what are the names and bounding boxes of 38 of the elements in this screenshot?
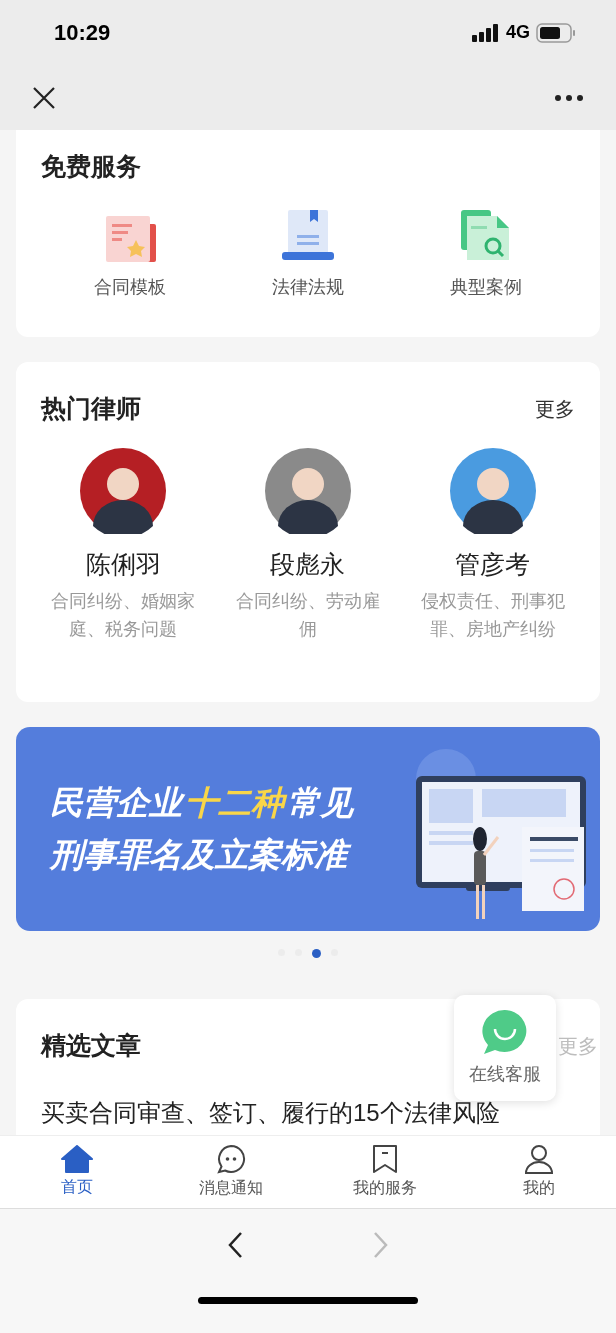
person-icon (524, 1144, 554, 1174)
lawyer-avatar[interactable] (80, 447, 167, 534)
lawyer-specialty: 合同纠纷、劳动雇佣 (235, 590, 381, 641)
chat-smile-icon (481, 1008, 529, 1055)
lawyer-name: 陈俐羽 (85, 548, 161, 580)
signal-icon (472, 23, 500, 42)
lawyer-name: 管彦考 (455, 548, 531, 580)
service-shortcut[interactable]: 典型案例 (397, 203, 575, 301)
service-shortcut[interactable]: 法律法规 (219, 203, 397, 301)
chat-bubble-icon (216, 1144, 246, 1174)
lawyer-specialty: 合同纠纷、婚姻家庭、税务问题 (50, 590, 197, 641)
more-icon (554, 93, 584, 102)
banner-headline: 民营企业十二种常见 (49, 783, 356, 823)
lawyer-avatar[interactable] (449, 447, 536, 534)
promo-banner[interactable]: 民营企业十二种常见 刑事罪名及立案标准 (16, 727, 600, 931)
section-title: 热门律师 (41, 393, 141, 424)
lawyer-name: 段彪永 (270, 548, 346, 580)
lawyer-avatar[interactable] (265, 447, 351, 534)
network-type: 4G (506, 21, 530, 44)
back-icon (227, 1231, 243, 1259)
tab[interactable]: 我的服务 (308, 1136, 462, 1208)
section-title: 免费服务 (41, 151, 142, 182)
back-button[interactable] (227, 1231, 243, 1259)
online-service-button[interactable]: 在线客服 (454, 995, 556, 1101)
battery-icon (536, 22, 576, 43)
forward-icon (373, 1231, 389, 1259)
status-time: 10:29 (54, 19, 111, 47)
section-title: 精选文章 (41, 1030, 141, 1061)
close-icon (32, 85, 56, 110)
lawyer-specialty: 侵权责任、刑事犯罪、房地产纠纷 (419, 590, 566, 641)
tab[interactable]: 我的 (462, 1136, 616, 1208)
tab[interactable]: 首页 (0, 1136, 154, 1208)
tab[interactable]: 消息通知 (154, 1136, 308, 1208)
more-link[interactable]: 更多 (535, 393, 575, 424)
bookmark-icon (372, 1144, 398, 1174)
service-shortcut[interactable]: 合同模板 (41, 203, 219, 301)
banner-headline: 刑事罪名及立案标准 (46, 833, 366, 877)
home-icon (61, 1145, 93, 1173)
